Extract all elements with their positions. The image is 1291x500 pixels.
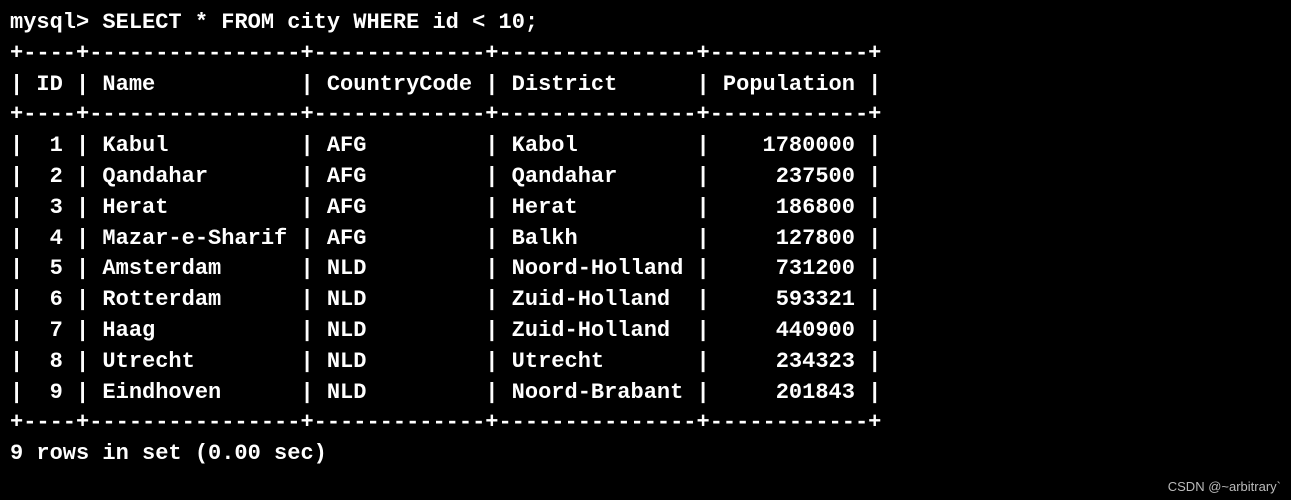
mysql-prompt: mysql> xyxy=(10,10,89,35)
mysql-terminal-output: mysql> SELECT * FROM city WHERE id < 10;… xyxy=(10,8,1281,470)
watermark-text: CSDN @~arbitrary` xyxy=(1168,478,1281,496)
table-header-row: | ID | Name | CountryCode | District | P… xyxy=(10,72,881,97)
table-data-rows: | 1 | Kabul | AFG | Kabol | 1780000 | | … xyxy=(10,133,881,404)
sql-query: SELECT * FROM city WHERE id < 10; xyxy=(102,10,538,35)
table-border-top: +----+----------------+-------------+---… xyxy=(10,41,881,66)
table-border-bottom: +----+----------------+-------------+---… xyxy=(10,410,881,435)
query-summary: 9 rows in set (0.00 sec) xyxy=(10,441,327,466)
table-border-mid: +----+----------------+-------------+---… xyxy=(10,102,881,127)
